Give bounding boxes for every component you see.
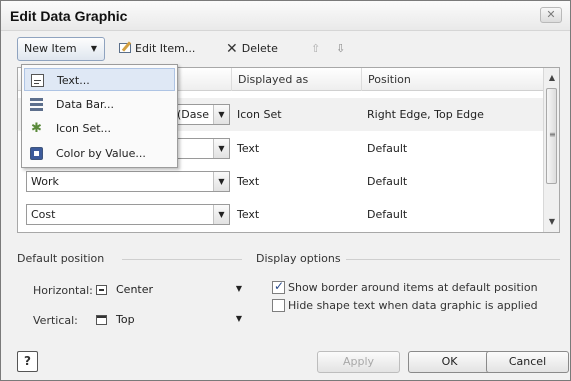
color-by-value-icon xyxy=(30,147,43,160)
edit-item-label: Edit Item... xyxy=(135,42,196,55)
vertical-position-select[interactable]: Top ▼ xyxy=(94,311,244,331)
chevron-down-icon: ▼ xyxy=(90,44,97,53)
data-field-value: Cost xyxy=(31,208,56,221)
chevron-down-icon[interactable]: ▼ xyxy=(213,172,229,191)
chevron-down-icon[interactable]: ▼ xyxy=(213,139,229,158)
menu-item-data-bar[interactable]: Data Bar... xyxy=(24,93,175,116)
delete-button[interactable]: ✕ Delete xyxy=(219,37,285,61)
table-row[interactable]: Work ▼ Text Default xyxy=(18,165,543,198)
data-bar-icon xyxy=(30,98,43,111)
arrow-up-icon: ⇧ xyxy=(311,42,321,55)
display-options-heading: Display options xyxy=(256,252,341,265)
column-header-position[interactable]: Position xyxy=(361,68,543,91)
horizontal-position-value: Center xyxy=(116,283,154,296)
vertical-scrollbar[interactable]: ▲ ≡ ▼ xyxy=(543,68,559,232)
close-button[interactable]: ✕ xyxy=(540,7,562,23)
move-down-button[interactable]: ⇩ xyxy=(329,37,352,61)
grip-icon: ≡ xyxy=(549,130,556,139)
menu-item-label: Icon Set... xyxy=(56,122,112,135)
menu-item-label: Color by Value... xyxy=(56,147,146,160)
chevron-down-icon: ▼ xyxy=(235,314,242,323)
chevron-down-icon: ▼ xyxy=(235,284,242,293)
position-cell: Right Edge, Top Edge xyxy=(367,108,484,121)
help-icon: ? xyxy=(24,354,31,368)
new-item-button[interactable]: New Item ▼ xyxy=(17,37,105,61)
edit-item-button[interactable]: Edit Item... xyxy=(112,37,202,61)
divider xyxy=(346,259,560,260)
title-bar: Edit Data Graphic ✕ xyxy=(1,1,570,31)
displayed-as-cell: Icon Set xyxy=(237,108,282,121)
menu-item-label: Text... xyxy=(57,74,90,87)
align-center-icon xyxy=(96,285,107,295)
hide-shape-text-label: Hide shape text when data graphic is app… xyxy=(288,299,538,312)
show-border-checkbox[interactable] xyxy=(272,279,285,294)
menu-item-label: Data Bar... xyxy=(56,98,115,111)
arrow-down-icon: ⇩ xyxy=(336,42,346,55)
data-field-select[interactable]: Work ▼ xyxy=(26,171,230,192)
align-top-icon xyxy=(96,315,107,325)
edit-icon xyxy=(119,43,131,53)
data-field-value: Work xyxy=(31,175,59,188)
displayed-as-cell: Text xyxy=(237,175,260,188)
table-row[interactable]: Cost ▼ Text Default xyxy=(18,198,543,231)
edit-data-graphic-dialog: Edit Data Graphic ✕ New Item ▼ Edit Item… xyxy=(0,0,571,381)
horizontal-position-select[interactable]: Center ▼ xyxy=(94,281,244,301)
divider xyxy=(122,259,242,260)
scrollbar-thumb[interactable]: ≡ xyxy=(546,88,557,184)
default-position-heading: Default position xyxy=(17,252,105,265)
scroll-down-icon[interactable]: ▼ xyxy=(544,214,560,230)
menu-item-color-by-value[interactable]: Color by Value... xyxy=(24,142,175,165)
menu-item-icon-set[interactable]: ✱ Icon Set... xyxy=(24,117,175,140)
close-icon: ✕ xyxy=(546,8,556,21)
ok-button[interactable]: OK xyxy=(408,351,491,373)
displayed-as-cell: Text xyxy=(237,142,260,155)
displayed-as-cell: Text xyxy=(237,208,260,221)
hide-shape-text-checkbox[interactable] xyxy=(272,299,285,312)
vertical-position-value: Top xyxy=(116,313,135,326)
text-icon xyxy=(31,74,44,87)
delete-icon: ✕ xyxy=(226,41,238,57)
icon-set-icon: ✱ xyxy=(31,121,42,136)
toolbar: New Item ▼ Edit Item... ✕ Delete ⇧ ⇩ xyxy=(17,37,377,63)
show-border-label: Show border around items at default posi… xyxy=(288,281,538,294)
dialog-title: Edit Data Graphic xyxy=(10,8,128,24)
column-header-displayed-as[interactable]: Displayed as xyxy=(231,68,361,91)
position-cell: Default xyxy=(367,142,408,155)
data-field-value: (Dase xyxy=(177,108,210,121)
cancel-button[interactable]: Cancel xyxy=(486,351,569,373)
delete-label: Delete xyxy=(241,42,278,55)
chevron-down-icon[interactable]: ▼ xyxy=(213,205,229,224)
menu-item-text[interactable]: Text... xyxy=(24,68,175,91)
position-cell: Default xyxy=(367,208,408,221)
horizontal-label: Horizontal: xyxy=(33,284,93,297)
position-cell: Default xyxy=(367,175,408,188)
help-button[interactable]: ? xyxy=(17,351,38,372)
apply-button[interactable]: Apply xyxy=(317,351,400,373)
scroll-up-icon[interactable]: ▲ xyxy=(544,70,560,86)
new-item-dropdown-menu: Text... Data Bar... ✱ Icon Set... Color … xyxy=(21,64,178,168)
data-field-select[interactable]: Cost ▼ xyxy=(26,204,230,225)
move-up-button[interactable]: ⇧ xyxy=(304,37,327,61)
new-item-label: New Item xyxy=(24,42,77,55)
vertical-label: Vertical: xyxy=(33,314,78,327)
chevron-down-icon[interactable]: ▼ xyxy=(213,105,229,124)
